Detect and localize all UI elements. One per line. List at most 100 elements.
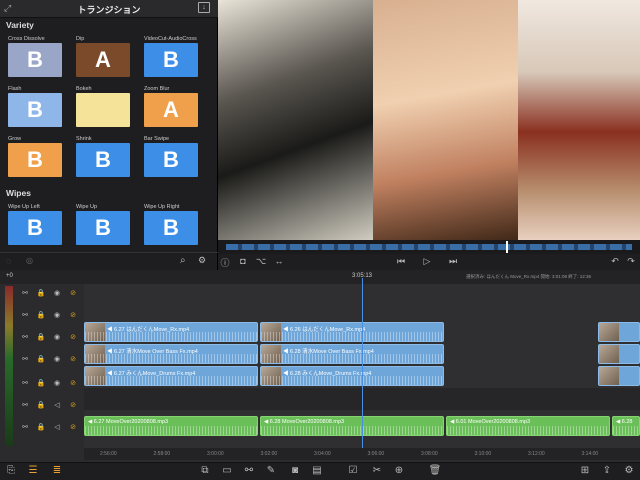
link-icon[interactable]: ⚯ [18,289,32,297]
track-header: ⚯ 🔒 ◉ ⊘ [18,328,84,348]
scrubber-track[interactable] [226,244,632,250]
audio-waveform [85,332,257,341]
speaker-icon[interactable]: ◁ [50,423,64,431]
link-icon[interactable]: ⚯ [18,311,32,319]
mute-icon[interactable]: ⊘ [66,423,80,431]
mute-icon[interactable]: ⊘ [66,401,80,409]
video-clip[interactable]: ◀ 6.28 清水Move Over Bass Fx.mp4 [260,344,444,364]
transition-tile[interactable]: B [8,143,62,177]
video-preview[interactable] [218,0,640,240]
ruler-tick-label: 3:00:00 [207,451,224,457]
lock-icon[interactable]: 🔒 [34,289,48,297]
transition-tile[interactable]: A [144,93,198,127]
audio-clip[interactable]: ◀ 6.28 MoveOver20200808.mp3 [260,416,444,436]
settings-gear-icon[interactable]: ⚙ [622,465,636,476]
timeline-header: +0 3:05:13 選択済み: ほんだくん Move_Rx.mp4 開始: 3… [0,270,640,284]
clip-icon[interactable]: ▭ [220,465,234,476]
transition-tile[interactable]: B [144,143,198,177]
transition-tile[interactable]: B [76,211,130,245]
video-clip[interactable]: ◀ 6.27 みくんMove_Drums Fx.mp4 [84,366,258,386]
time-ruler[interactable]: 2:56:00 2:58:00 3:00:00 3:02:00 3:04:00 3:06:… [84,448,640,460]
eye-icon[interactable]: ◉ [50,311,64,319]
clip-thumbnail [599,367,619,385]
audio-clip[interactable]: ◀ 6.01 MoveOver20200808.mp3 [446,416,610,436]
video-clip[interactable]: ◀ 6.26 はんだくんMove_Rx.mp4 [260,322,444,342]
video-clip[interactable] [598,322,640,342]
mute-icon[interactable]: ⊘ [66,289,80,297]
eye-icon[interactable]: ◉ [50,355,64,363]
download-icon[interactable]: ↓ [198,2,210,13]
transition-tile[interactable]: B [8,211,62,245]
link-icon[interactable]: ⚯ [18,379,32,387]
scrubber[interactable] [218,240,640,254]
lock-icon[interactable]: 🔒 [34,423,48,431]
skip-back-icon[interactable]: ⏮ [394,256,408,267]
link-icon[interactable]: ⚯ [18,355,32,363]
share-icon[interactable]: ⇪ [600,465,614,476]
lock-icon[interactable]: 🔒 [34,333,48,341]
mute-icon[interactable]: ⊘ [66,355,80,363]
timeline: +0 3:05:13 選択済み: ほんだくん Move_Rx.mp4 開始: 3… [0,270,640,462]
panel-header: ⤢ トランジション ↓ [0,0,218,18]
film-icon[interactable]: ▤ [310,465,324,476]
marker-icon[interactable]: ◘ [236,256,250,266]
lock-icon[interactable]: 🔒 [34,355,48,363]
timeline-playhead[interactable] [362,278,363,454]
transition-icon[interactable]: ⧉ [198,465,212,476]
undo-icon[interactable]: ↶ [608,256,622,267]
camera-icon[interactable]: ◙ [288,465,302,476]
link-icon[interactable]: ⚯ [18,333,32,341]
skip-forward-icon[interactable]: ⏭ [446,256,460,267]
scrubber-playhead[interactable] [506,241,508,253]
eye-icon[interactable]: ◉ [50,289,64,297]
eye-icon[interactable]: ◉ [50,333,64,341]
export-icon[interactable]: ⎘ [4,465,18,476]
checkbox-icon[interactable]: ☑ [346,465,360,476]
play-icon[interactable]: ▷ [420,256,434,267]
trash-icon[interactable]: 🗑 [428,465,442,476]
transition-tile[interactable] [76,93,130,127]
track-header: ⚯ 🔒 ◉ ⊘ [18,374,84,394]
redo-icon[interactable]: ↷ [624,256,638,267]
speaker-icon[interactable]: ◁ [50,401,64,409]
search-icon[interactable]: ⌕ [180,255,186,266]
video-clip[interactable] [598,366,640,386]
fit-icon[interactable]: ↔ [272,256,286,266]
audio-clip[interactable]: ◀ 6.27 MoveOver20200808.mp3 [84,416,258,436]
circle-icon[interactable]: ◌ [6,256,11,266]
section-title-variety: Variety [6,20,34,30]
pen-icon[interactable]: ✎ [264,465,278,476]
lock-icon[interactable]: 🔒 [34,379,48,387]
mute-icon[interactable]: ⊘ [66,311,80,319]
lock-icon[interactable]: 🔒 [34,311,48,319]
video-clip[interactable]: ◀ 6.28 みくんMove_Drums Fx.mp4 [260,366,444,386]
ruler-tick-label: 3:10:00 [474,451,492,457]
mute-icon[interactable]: ⊘ [66,379,80,387]
timeline-view-icon[interactable]: ☰ [26,465,40,476]
scissors-icon[interactable]: ✂ [370,465,384,476]
transition-tile[interactable]: B [8,93,62,127]
video-clip[interactable]: ◀ 6.27 清水Move Over Bass Fx.mp4 [84,344,258,364]
mute-icon[interactable]: ⊘ [66,333,80,341]
link-icon[interactable]: ⚯ [18,423,32,431]
transition-tile[interactable]: B [144,211,198,245]
dot-icon[interactable]: ◎ [26,256,33,265]
video-clip[interactable]: ◀ 6.27 はんだくんMove_Rx.mp4 [84,322,258,342]
transition-tile[interactable]: B [144,43,198,77]
audio-clip[interactable]: ◀ 6.28 [612,416,640,436]
track-header: ⚯ 🔒 ◁ ⊘ [18,396,84,416]
eye-icon[interactable]: ◉ [50,379,64,387]
transition-tile[interactable]: A [76,43,130,77]
settings-icon[interactable]: ⚙ [198,255,206,266]
transition-tile[interactable]: B [8,43,62,77]
lock-icon[interactable]: 🔒 [34,401,48,409]
video-clip[interactable] [598,344,640,364]
add-icon[interactable]: ⊕ [392,465,406,476]
split-icon[interactable]: ⌥ [254,256,268,267]
transition-tile[interactable]: B [76,143,130,177]
link-icon[interactable]: ⚯ [18,401,32,409]
link-icon[interactable]: ⚯ [242,465,256,476]
info-icon[interactable]: ⓘ [218,256,232,269]
layout-icon[interactable]: ⊞ [578,465,592,476]
list-view-icon[interactable]: ≣ [50,465,64,476]
